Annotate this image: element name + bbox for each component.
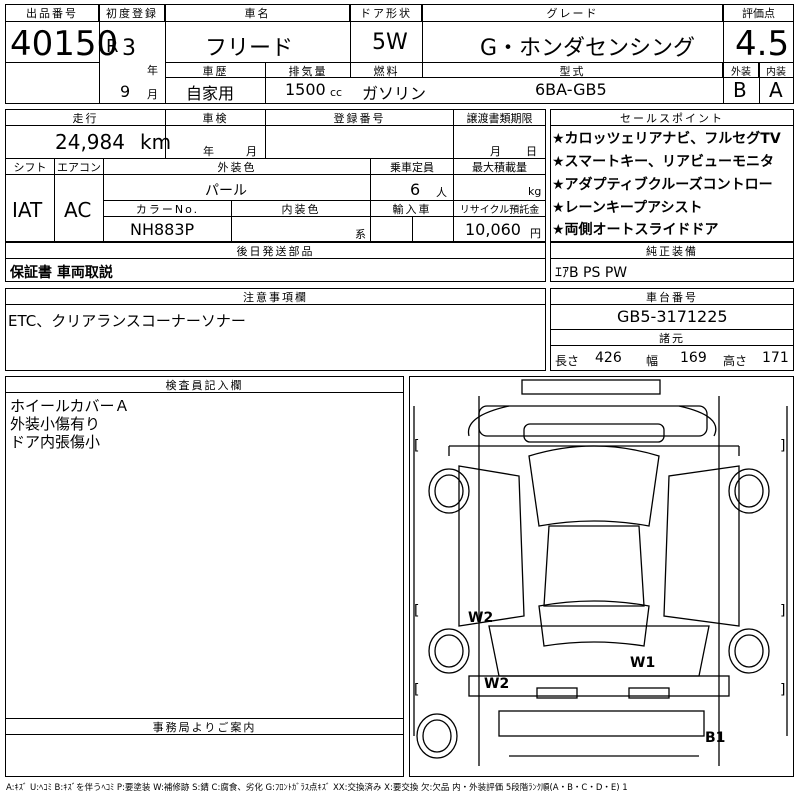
recycle-fee: 10,060 <box>465 220 521 239</box>
reg-month: 9 <box>120 82 131 101</box>
door-label: ドア形状 <box>350 4 422 22</box>
era: R <box>106 36 119 57</box>
grade: G・ホンダセンシング <box>480 36 696 61</box>
sales-point-5: ★両側オートスライドドア <box>552 222 719 238</box>
later-parts: 保証書 車両取説 <box>10 265 113 281</box>
car-name-label: 車名 <box>165 4 350 22</box>
reg-year: 3 <box>122 36 136 61</box>
score-label: 評価点 <box>723 4 794 22</box>
mark-b1: B1 <box>705 730 726 746</box>
ext-color: パール <box>205 183 247 199</box>
mileage: 24,984 <box>55 130 125 154</box>
height: 171 <box>762 350 789 366</box>
sales-point-1: ★カロッツェリアナビ、フルセグTV <box>552 131 781 147</box>
lot-label: 出品番号 <box>5 4 99 22</box>
score: 4.5 <box>735 24 790 64</box>
shift: IAT <box>12 198 43 222</box>
sales-point-2: ★スマートキー、リアビューモニタ <box>552 154 774 170</box>
displacement: 1500 <box>285 80 326 99</box>
mark-w1: W1 <box>630 655 656 671</box>
model-code: 6BA-GB5 <box>535 80 607 99</box>
car-name: フリード <box>205 36 294 61</box>
mark-w2-lower: W2 <box>484 676 510 692</box>
fuel: ガソリン <box>362 84 427 103</box>
first-reg-label: 初度登録 <box>99 4 165 22</box>
genuine-equipment: ｴｱB PS PW <box>555 265 628 281</box>
sales-point-3: ★アダプティブクルーズコントロー <box>552 177 773 193</box>
mark-w2-upper: W2 <box>468 610 494 626</box>
history: 自家用 <box>186 84 235 103</box>
inspector-line-3: ドア内張傷小 <box>10 433 101 451</box>
color-no: NH883P <box>130 220 195 239</box>
width: 169 <box>680 350 707 366</box>
car-diagram <box>413 379 788 766</box>
sales-points-label: セールスポイント <box>550 109 794 126</box>
legend: A:ｷｽﾞ U:ﾍｺﾐ B:ｷｽﾞを伴うﾍｺﾐ P:要塗装 W:補修跡 S:錆 … <box>6 783 628 793</box>
sales-point-4: ★レーンキープアシスト <box>552 200 703 216</box>
lot-number: 40150 <box>10 24 119 64</box>
notes: ETC、クリアランスコーナーソナー <box>8 312 246 330</box>
grade-label: グレード <box>422 4 723 22</box>
length: 426 <box>595 350 622 366</box>
seats: 6 <box>410 180 421 199</box>
chassis-number: GB5-3171225 <box>617 307 728 326</box>
aircon: AC <box>64 198 92 222</box>
door-type: 5W <box>372 30 408 55</box>
ext-score: B <box>733 78 747 102</box>
int-score: A <box>769 78 783 102</box>
